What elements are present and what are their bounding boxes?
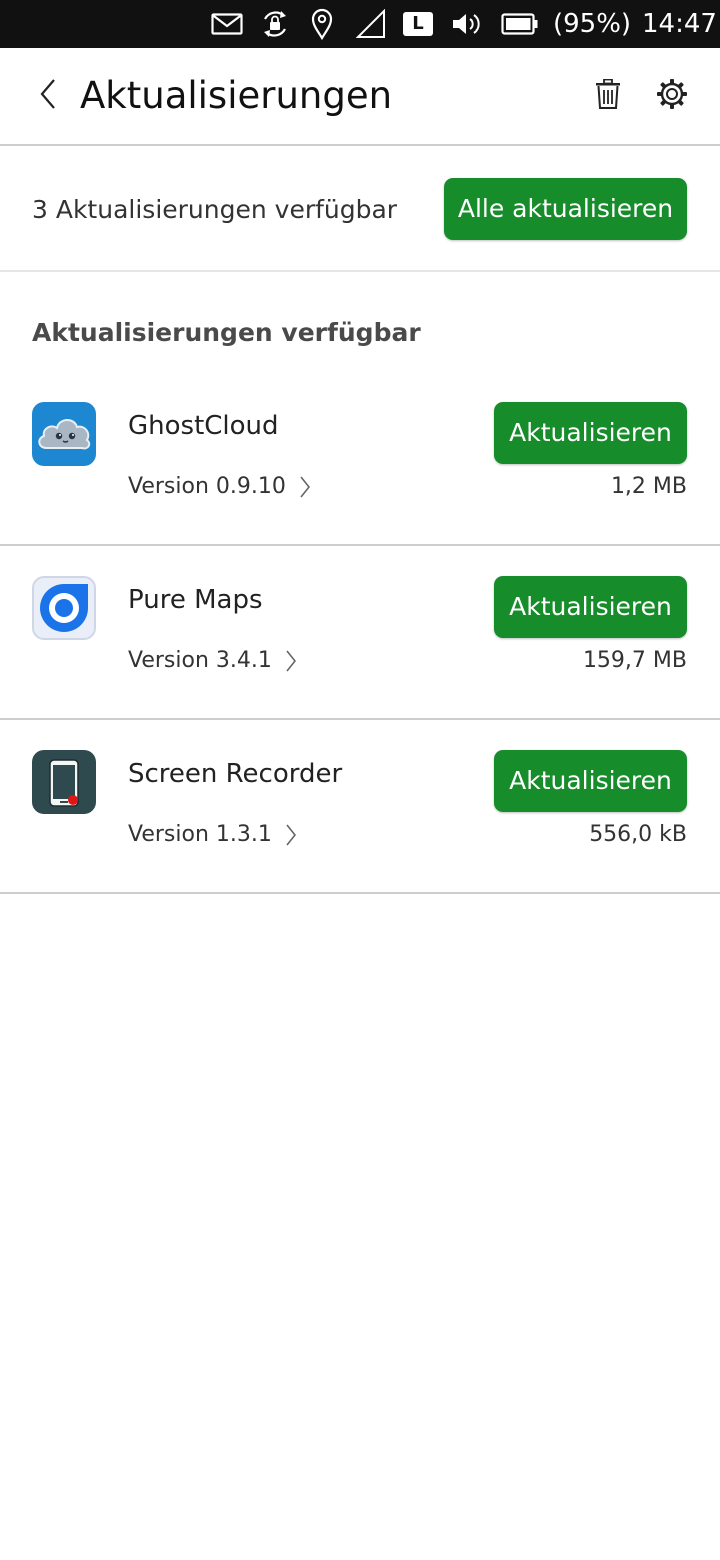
delete-button[interactable]: [588, 76, 628, 116]
location-icon: [308, 8, 336, 40]
mail-icon: [210, 8, 244, 40]
chevron-right-icon: [286, 649, 300, 673]
screen-recorder-icon: [32, 750, 96, 814]
volume-icon: [450, 8, 484, 40]
back-button[interactable]: [24, 72, 72, 120]
app-version[interactable]: Version 0.9.10: [128, 470, 314, 504]
app-version[interactable]: Version 1.3.1: [128, 818, 300, 852]
trash-icon: [595, 78, 621, 113]
app-version-label: Version 1.3.1: [128, 822, 272, 847]
update-all-button[interactable]: Alle aktualisieren: [444, 178, 687, 240]
battery-percentage: (95%): [553, 9, 632, 39]
app-size: 556,0 kB: [589, 822, 687, 847]
app-version-label: Version 0.9.10: [128, 474, 286, 499]
update-button[interactable]: Aktualisieren: [494, 576, 687, 638]
network-label: L: [412, 13, 424, 34]
app-version-label: Version 3.4.1: [128, 648, 272, 673]
list-item[interactable]: GhostCloud Version 0.9.10 1,2 MB Aktuali…: [0, 372, 720, 546]
chevron-right-icon: [300, 475, 314, 499]
list-item[interactable]: Screen Recorder Version 1.3.1 556,0 kB A…: [0, 720, 720, 894]
signal-icon: [354, 8, 388, 40]
battery-icon: [500, 8, 540, 40]
list-item[interactable]: Pure Maps Version 3.4.1 159,7 MB Aktuali…: [0, 546, 720, 720]
chevron-left-icon: [40, 79, 56, 113]
page-header: Aktualisierungen: [0, 48, 720, 146]
app-name: Pure Maps: [128, 585, 263, 615]
settings-button[interactable]: [652, 76, 692, 116]
gear-icon: [656, 78, 688, 114]
app-version[interactable]: Version 3.4.1: [128, 644, 300, 678]
app-name: Screen Recorder: [128, 759, 343, 789]
updates-count-text: 3 Aktualisierungen verfügbar: [32, 195, 398, 224]
ghostcloud-icon: [32, 402, 96, 466]
clock: 14:47: [642, 9, 717, 39]
pure-maps-icon: [32, 576, 96, 640]
app-name: GhostCloud: [128, 411, 279, 441]
app-size: 1,2 MB: [610, 474, 687, 499]
section-heading: Aktualisierungen verfügbar: [32, 318, 421, 347]
rotation-lock-icon: [258, 8, 292, 40]
page-title: Aktualisierungen: [80, 74, 393, 117]
status-bar: L (95%) 14:47: [0, 0, 720, 48]
chevron-right-icon: [286, 823, 300, 847]
updates-summary: 3 Aktualisierungen verfügbar Alle aktual…: [0, 146, 720, 272]
update-button[interactable]: Aktualisieren: [494, 402, 687, 464]
app-size: 159,7 MB: [582, 648, 687, 673]
update-button[interactable]: Aktualisieren: [494, 750, 687, 812]
